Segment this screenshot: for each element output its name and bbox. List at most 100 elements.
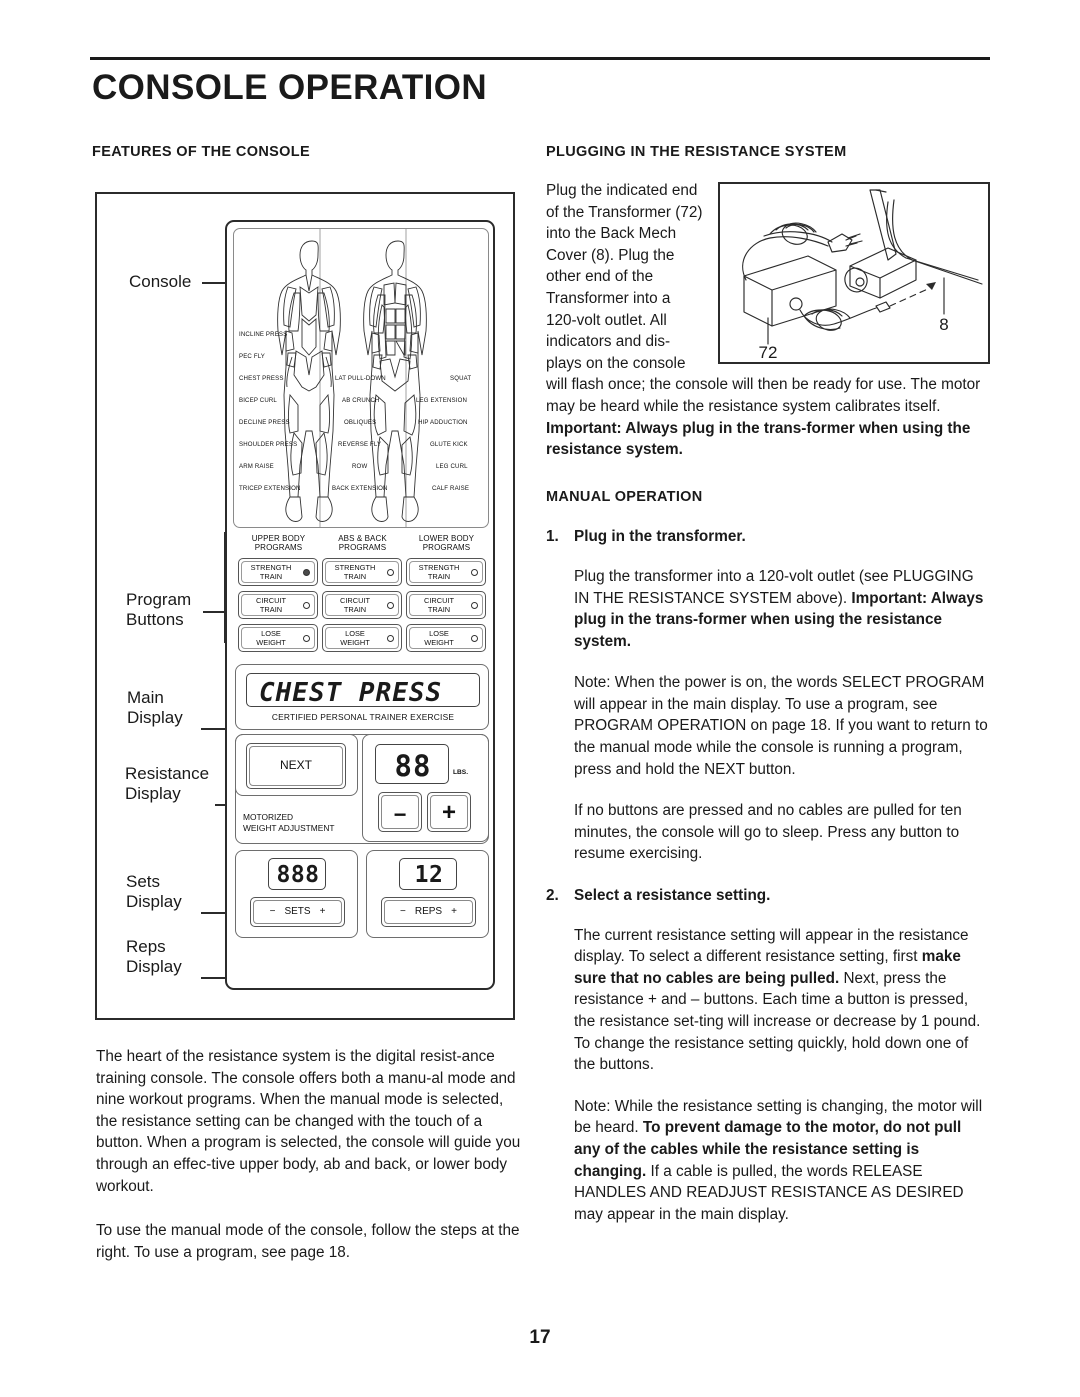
- exercise-label: PEC FLY: [239, 353, 265, 360]
- transformer-illustration: 72 8: [718, 182, 990, 364]
- next-button[interactable]: NEXT: [246, 743, 346, 789]
- sets-adjust-button[interactable]: − SETS +: [250, 897, 345, 927]
- program-group-title: UPPER BODY PROGRAMS: [251, 534, 306, 553]
- section-heading-plugging: PLUGGING IN THE RESISTANCE SYSTEM: [546, 144, 847, 160]
- page-number: 17: [529, 1327, 551, 1348]
- main-display-text: CHEST PRESS: [259, 678, 443, 708]
- header-rule: [90, 57, 990, 60]
- sets-display-lcd: 888: [268, 858, 326, 890]
- step-1-title: Plug in the transformer.: [574, 528, 746, 546]
- exercise-label: BICEP CURL: [239, 397, 277, 404]
- section-heading-manual: MANUAL OPERATION: [546, 488, 703, 505]
- reps-display-value: 12: [414, 862, 444, 888]
- resistance-units-label: LBS.: [453, 769, 469, 776]
- exercise-label: SHOULDER PRESS: [239, 441, 298, 448]
- exercise-label: LEG EXTENSION: [416, 397, 468, 404]
- callout-console: Console: [129, 272, 192, 291]
- callout-sets-display: Sets Display: [126, 872, 182, 911]
- page-title: CONSOLE OPERATION: [92, 68, 488, 107]
- sets-minus-icon[interactable]: −: [270, 906, 276, 917]
- reps-plus-icon[interactable]: +: [451, 906, 457, 917]
- main-display-section: CHEST PRESS CERTIFIED PERSONAL TRAINER E…: [235, 664, 489, 730]
- console-figure-box: Console Program Buttons Main Display Res…: [95, 192, 515, 1020]
- step-1-body: Plug the transformer into a 120-volt out…: [574, 566, 990, 652]
- program-group-title: LOWER BODY PROGRAMS: [418, 534, 475, 553]
- led-indicator: [387, 569, 394, 576]
- resistance-display-value: 88: [394, 749, 432, 783]
- leader-program-buttons: [203, 611, 225, 613]
- step-1-heading: 1. Plug in the transformer.: [546, 526, 990, 548]
- program-button-lose-weight-upper[interactable]: LOSE WEIGHT: [238, 624, 318, 652]
- sets-panel: 888 − SETS +: [235, 850, 358, 938]
- resistance-plus-button[interactable]: +: [427, 792, 471, 832]
- reps-panel: 12 − REPS +: [366, 850, 489, 938]
- minus-icon: −: [393, 802, 407, 827]
- exercise-label: REVERSE FLY: [338, 441, 382, 448]
- exercise-label: ARM RAISE: [239, 463, 274, 470]
- sets-plus-icon[interactable]: +: [320, 906, 326, 917]
- next-button-label: NEXT: [279, 758, 312, 772]
- step-2-body-regular-1: The current resistance setting will appe…: [574, 926, 969, 966]
- plugging-text-bold: Important: Always plug in the trans-form…: [546, 419, 971, 459]
- exercise-label: LEG CURL: [436, 463, 468, 470]
- transformer-svg: 72 8: [742, 189, 983, 362]
- step-2-body: The current resistance setting will appe…: [574, 925, 990, 1076]
- program-button-label: LOSE WEIGHT: [340, 629, 370, 647]
- document-page: CONSOLE OPERATION FEATURES OF THE CONSOL…: [0, 0, 1080, 1397]
- program-button-strength-train-upper[interactable]: STRENGTH TRAIN: [238, 558, 318, 586]
- step-2-number: 2.: [546, 887, 559, 905]
- reps-adjust-button[interactable]: − REPS +: [381, 897, 476, 927]
- program-button-label: STRENGTH TRAIN: [334, 563, 376, 581]
- program-button-strength-train-lower[interactable]: STRENGTH TRAIN: [406, 558, 486, 586]
- section-heading-features: FEATURES OF THE CONSOLE: [92, 144, 311, 160]
- transformer-callout-72: 72: [759, 343, 778, 362]
- program-group-title: ABS & BACK PROGRAMS: [338, 534, 387, 553]
- motorized-caption-box: MOTORIZED WEIGHT ADJUSTMENT: [235, 800, 358, 844]
- program-button-strength-train-abs[interactable]: STRENGTH TRAIN: [322, 558, 402, 586]
- step-2-heading: 2. Select a resistance setting.: [546, 885, 990, 907]
- resistance-display-lcd: 88: [375, 744, 449, 784]
- sets-display-value: 888: [276, 862, 320, 888]
- led-indicator: [387, 602, 394, 609]
- left-paragraph-1: The heart of the resistance system is th…: [96, 1048, 521, 1195]
- exercise-label: GLUTE KICK: [430, 441, 468, 448]
- led-indicator: [303, 569, 310, 576]
- program-button-circuit-train-lower[interactable]: CIRCUIT TRAIN: [406, 591, 486, 619]
- program-button-circuit-train-abs[interactable]: CIRCUIT TRAIN: [322, 591, 402, 619]
- step-1-number: 1.: [546, 528, 559, 546]
- muscle-chart: INCLINE PRESS PEC FLY CHEST PRESS BICEP …: [233, 228, 489, 528]
- plus-icon: +: [441, 799, 456, 826]
- led-indicator: [387, 635, 394, 642]
- program-button-label: CIRCUIT TRAIN: [424, 596, 454, 614]
- motorized-caption: MOTORIZED WEIGHT ADJUSTMENT: [243, 812, 335, 833]
- resistance-display-panel: 88 LBS. − +: [362, 734, 489, 842]
- exercise-label: LAT PULL-DOWN: [335, 375, 386, 382]
- exercise-label: HIP ADDUCTION: [418, 419, 468, 426]
- exercise-label: CALF RAISE: [432, 485, 470, 492]
- reps-minus-icon[interactable]: −: [400, 906, 406, 917]
- step-1-sleep-note: If no buttons are pressed and no cables …: [574, 802, 962, 863]
- next-button-panel: NEXT: [235, 734, 358, 796]
- callout-reps-display: Reps Display: [126, 937, 182, 976]
- led-indicator: [471, 635, 478, 642]
- led-indicator: [471, 602, 478, 609]
- reps-label: REPS: [414, 906, 443, 917]
- reps-display-lcd: 12: [399, 858, 457, 890]
- callout-resistance-display: Resistance Display: [125, 764, 210, 803]
- program-button-label: STRENGTH TRAIN: [250, 563, 292, 581]
- led-indicator: [303, 635, 310, 642]
- exercise-label: INCLINE PRESS: [239, 331, 288, 338]
- resistance-minus-button[interactable]: −: [378, 792, 422, 832]
- program-button-label: CIRCUIT TRAIN: [256, 596, 286, 614]
- callout-main-display: Main Display: [127, 688, 183, 727]
- program-button-lose-weight-lower[interactable]: LOSE WEIGHT: [406, 624, 486, 652]
- exercise-label: AB CRUNCH: [342, 397, 380, 404]
- exercise-label: DECLINE PRESS: [239, 419, 290, 426]
- program-button-lose-weight-abs[interactable]: LOSE WEIGHT: [322, 624, 402, 652]
- step-2-note: Note: While the resistance setting is ch…: [574, 1096, 990, 1226]
- program-button-label: LOSE WEIGHT: [424, 629, 454, 647]
- right-column: 72 8 Plug the indicated end of the Trans…: [546, 180, 990, 1225]
- left-paragraph-2: To use the manual mode of the console, f…: [96, 1222, 520, 1261]
- console-panel: INCLINE PRESS PEC FLY CHEST PRESS BICEP …: [225, 220, 495, 990]
- program-button-circuit-train-upper[interactable]: CIRCUIT TRAIN: [238, 591, 318, 619]
